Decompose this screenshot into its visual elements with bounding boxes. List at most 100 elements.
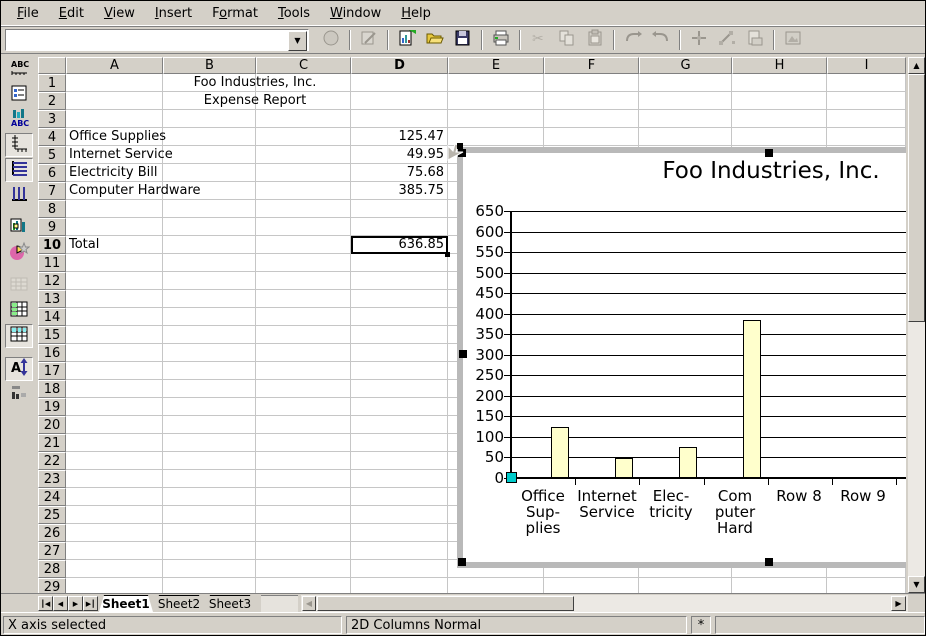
x-category-label[interactable]: Row 8 <box>768 488 830 504</box>
chart-handle-top-center[interactable] <box>765 149 773 157</box>
next-sheet-button[interactable]: ▶ <box>68 596 83 611</box>
cell-A10[interactable]: Total <box>66 236 162 254</box>
save-button[interactable] <box>450 28 476 52</box>
bar-computer-hardware[interactable] <box>743 320 761 479</box>
cell-A4[interactable]: Office Supplies <box>66 128 162 146</box>
row-header-3[interactable]: 3 <box>38 110 66 128</box>
new-document-button[interactable] <box>394 28 420 52</box>
row-header-23[interactable]: 23 <box>38 470 66 488</box>
print-button[interactable] <box>488 28 514 52</box>
sheet-tab-sheet1[interactable]: Sheet1 <box>99 595 153 612</box>
url-input[interactable] <box>6 30 287 50</box>
menu-file[interactable]: File <box>7 4 49 23</box>
row-header-10[interactable]: 10 <box>38 236 66 254</box>
hscroll-left-button[interactable]: ◀ <box>302 596 316 611</box>
data-in-rows-button[interactable] <box>5 299 33 323</box>
axes-title-button[interactable]: ABC <box>5 108 33 132</box>
menu-tools[interactable]: Tools <box>268 4 320 23</box>
chart-handle-bottom-center[interactable] <box>765 558 773 566</box>
cell-D7[interactable]: 385.75 <box>351 182 447 200</box>
scale-text-button[interactable]: A <box>5 357 33 381</box>
y-axis-line[interactable] <box>510 211 512 478</box>
reorganize-chart-button[interactable] <box>5 382 33 406</box>
x-category-label[interactable]: OfficeSup-plies <box>512 488 574 536</box>
row-header-28[interactable]: 28 <box>38 560 66 578</box>
chart-frame-bottom[interactable] <box>457 562 906 568</box>
chart-type-button[interactable] <box>5 216 33 240</box>
column-header-C[interactable]: C <box>256 57 351 74</box>
column-header-H[interactable]: H <box>732 57 827 74</box>
y-axis-label[interactable]: 150 <box>464 407 504 425</box>
x-category-label[interactable]: Row 9 <box>832 488 894 504</box>
cell-D6[interactable]: 75.68 <box>351 164 447 182</box>
row-header-27[interactable]: 27 <box>38 542 66 560</box>
x-category-label[interactable]: ComputerHard <box>704 488 766 536</box>
row-header-12[interactable]: 12 <box>38 272 66 290</box>
bar-electricity[interactable] <box>679 447 697 478</box>
x-axis-selection-handle[interactable] <box>506 472 517 483</box>
menu-help[interactable]: Help <box>391 4 441 23</box>
cell-D4[interactable]: 125.47 <box>351 128 447 146</box>
column-header-B[interactable]: B <box>163 57 256 74</box>
row-header-26[interactable]: 26 <box>38 524 66 542</box>
horizontal-scroll-thumb[interactable] <box>317 596 574 611</box>
last-sheet-button[interactable]: ▶┃ <box>83 596 98 611</box>
column-header-I[interactable]: I <box>827 57 906 74</box>
y-axis-label[interactable]: 300 <box>464 346 504 364</box>
bar-internet-service[interactable] <box>615 458 633 479</box>
row-header-25[interactable]: 25 <box>38 506 66 524</box>
row-header-22[interactable]: 22 <box>38 452 66 470</box>
sheet-tab-sheet2[interactable]: Sheet2 <box>154 595 204 612</box>
row-header-17[interactable]: 17 <box>38 362 66 380</box>
active-cell-border[interactable] <box>351 236 448 254</box>
row-header-5[interactable]: 5 <box>38 146 66 164</box>
cell-A6[interactable]: Electricity Bill <box>66 164 162 182</box>
menu-insert[interactable]: Insert <box>145 4 202 23</box>
menu-window[interactable]: Window <box>320 4 391 23</box>
vertical-scroll-thumb[interactable] <box>908 74 925 322</box>
bar-office-supplies[interactable] <box>551 427 569 479</box>
y-axis-label[interactable]: 500 <box>464 264 504 282</box>
y-axis-label[interactable]: 250 <box>464 366 504 384</box>
column-header-D[interactable]: D <box>351 57 448 74</box>
scroll-up-button[interactable]: ▲ <box>908 57 925 74</box>
x-category-label[interactable]: InternetService <box>576 488 638 520</box>
first-sheet-button[interactable]: ┃◀ <box>38 596 53 611</box>
cell-B2[interactable]: Expense Report <box>163 92 347 110</box>
row-header-20[interactable]: 20 <box>38 416 66 434</box>
chart-title[interactable]: Foo Industries, Inc. <box>662 158 879 184</box>
show-axis-description-button[interactable] <box>5 133 33 157</box>
row-header-2[interactable]: 2 <box>38 92 66 110</box>
y-axis-label[interactable]: 650 <box>464 202 504 220</box>
x-category-label[interactable]: Elec-tricity <box>640 488 702 520</box>
y-axis-label[interactable]: 600 <box>464 223 504 241</box>
y-axis-label[interactable]: 400 <box>464 305 504 323</box>
menu-view[interactable]: View <box>94 4 145 23</box>
row-header-7[interactable]: 7 <box>38 182 66 200</box>
row-header-24[interactable]: 24 <box>38 488 66 506</box>
row-header-16[interactable]: 16 <box>38 344 66 362</box>
url-combobox[interactable]: ▼ <box>5 29 309 51</box>
scroll-down-button[interactable]: ▼ <box>908 576 925 593</box>
cell-A5[interactable]: Internet Service <box>66 146 162 164</box>
y-axis-label[interactable]: 50 <box>464 448 504 466</box>
row-header-4[interactable]: 4 <box>38 128 66 146</box>
data-in-columns-button[interactable] <box>5 324 33 348</box>
chart-handle-middle-left[interactable] <box>459 350 467 358</box>
chart-handle-bottom-left[interactable] <box>458 558 466 566</box>
y-axis-label[interactable]: 100 <box>464 428 504 446</box>
cell-B1[interactable]: Foo Industries, Inc. <box>163 74 347 92</box>
row-header-6[interactable]: 6 <box>38 164 66 182</box>
row-header-9[interactable]: 9 <box>38 218 66 236</box>
chart-object[interactable]: Foo Industries, Inc. 0501001502002503003… <box>457 147 906 568</box>
row-header-14[interactable]: 14 <box>38 308 66 326</box>
combobox-dropdown-button[interactable]: ▼ <box>288 31 307 51</box>
menu-format[interactable]: Format <box>202 4 268 23</box>
row-header-21[interactable]: 21 <box>38 434 66 452</box>
previous-sheet-button[interactable]: ◀ <box>53 596 68 611</box>
sheet-tab-sheet3[interactable]: Sheet3 <box>205 595 255 612</box>
row-header-19[interactable]: 19 <box>38 398 66 416</box>
open-button[interactable] <box>422 28 448 52</box>
horizontal-grid-button[interactable] <box>5 158 33 182</box>
chart-title-button[interactable]: ABC <box>5 58 33 82</box>
